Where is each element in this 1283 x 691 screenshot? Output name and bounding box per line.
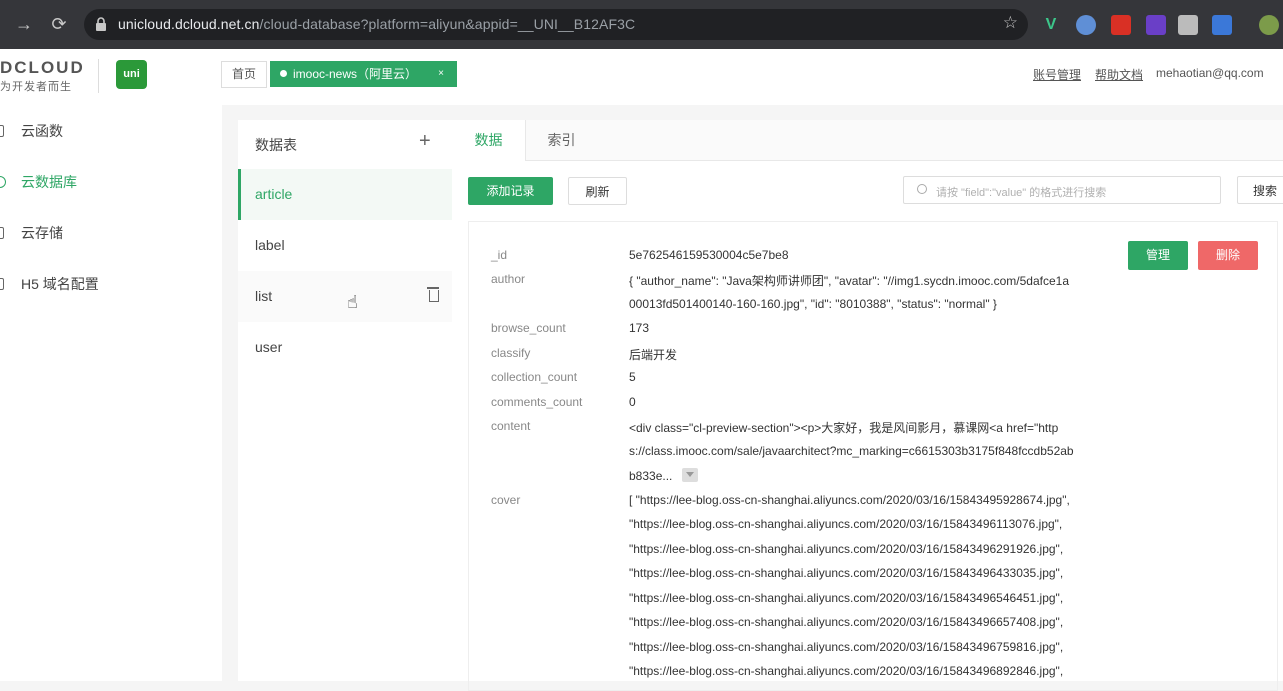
table-list-title: 数据表 [255,137,297,153]
table-item-label[interactable]: label [238,220,452,271]
vue-extension-icon[interactable]: V [1041,15,1061,35]
sidebar-item-label: 云函数 [21,123,63,139]
add-table-icon[interactable]: + [419,130,431,153]
table-item-label: label [255,237,285,253]
field-value: "https://lee-blog.oss-cn-shanghai.aliyun… [629,517,1063,531]
field-key: browse_count [491,321,566,335]
field-value: "https://lee-blog.oss-cn-shanghai.aliyun… [629,640,1064,654]
active-dot-icon [280,70,287,77]
field-value: 5e762546159530004c5e7be8 [629,248,789,262]
table-item-list[interactable]: list [238,271,452,322]
table-item-label: list [255,288,273,304]
tab-data[interactable]: 数据 [452,120,526,161]
field-value: "https://lee-blog.oss-cn-shanghai.aliyun… [629,566,1064,580]
table-item-label: article [255,186,293,202]
app-header: DCLOUD 为开发者而生 uni 首页 imooc-news（阿里云） × 账… [0,49,1283,105]
field-value: 173 [629,321,650,335]
qr-extension-icon[interactable] [1178,15,1198,35]
field-value: 5 [629,370,636,384]
reload-icon[interactable]: ⟳ [47,12,71,36]
table-item-label: user [255,339,283,355]
main-panel: 数据 索引 添加记录 刷新 请按 "field":"value" 的格式进行搜索… [452,120,1283,691]
field-key: _id [491,248,508,262]
table-list-panel: 数据表 + article label list user [238,120,452,681]
tab-bar: 数据 索引 [452,120,1283,161]
project-tab-label: imooc-news（阿里云） [293,67,418,81]
search-placeholder: 请按 "field":"value" 的格式进行搜索 [936,187,1107,199]
table-item-article[interactable]: article [238,169,452,220]
trash-icon[interactable] [427,287,439,302]
address-bar[interactable]: unicloud.dcloud.net.cn/cloud-database?pl… [84,9,1028,40]
help-docs-link[interactable]: 帮助文档 [1095,66,1143,83]
sidebar: 云函数 云数据库 云存储 H5 域名配置 [0,105,222,681]
expand-chevron-icon[interactable] [682,468,699,482]
sidebar-item-label: 云存储 [21,225,63,241]
domain-icon [0,278,4,290]
extension-circle-icon[interactable] [1076,15,1096,35]
field-value: <div class="cl-preview-section"><p>大家好，我… [629,421,1059,435]
account-link[interactable]: 账号管理 [1033,66,1081,83]
active-indicator [238,169,241,220]
field-value: "https://lee-blog.oss-cn-shanghai.aliyun… [629,615,1064,629]
field-value: { "author_name": "Java架构师讲师团", "avatar":… [629,274,1069,288]
cloud-function-icon [0,125,4,137]
delete-button[interactable]: 删除 [1198,241,1258,270]
search-icon [917,184,927,194]
tab-index[interactable]: 索引 [525,120,598,160]
table-item-user[interactable]: user [238,322,452,373]
database-icon [0,176,6,188]
field-value: 后端开发 [629,348,678,362]
field-key: cover [491,493,521,507]
user-email[interactable]: mehaotian@qq.com [1156,66,1264,80]
sidebar-item-label: 云数据库 [21,174,77,190]
profile-avatar[interactable] [1259,15,1279,35]
forward-icon[interactable]: → [12,12,36,36]
css-extension-icon[interactable] [1212,15,1232,35]
lock-icon [96,17,106,31]
field-value-truncated: b833e... [629,468,699,483]
dcloud-logo: DCLOUD [0,58,85,77]
hand-cursor-icon: ☝ [347,292,358,312]
field-value: s://class.imooc.com/sale/javaarchitect?m… [629,444,1074,458]
extension-red-icon[interactable] [1111,15,1131,35]
logo-slogan: 为开发者而生 [0,81,72,93]
extension-rp-icon[interactable] [1146,15,1166,35]
field-value: b833e... [629,469,673,483]
field-key: content [491,419,531,433]
url-text: unicloud.dcloud.net.cn/cloud-database?pl… [118,16,636,32]
manage-button[interactable]: 管理 [1128,241,1188,270]
field-key: comments_count [491,395,583,409]
field-value: 00013fd501400140-160-160.jpg", "id": "80… [629,297,997,311]
logo-divider [98,59,99,93]
search-button[interactable]: 搜索 [1237,176,1283,204]
search-input[interactable]: 请按 "field":"value" 的格式进行搜索 [903,176,1221,204]
field-key: collection_count [491,370,578,384]
add-record-button[interactable]: 添加记录 [468,177,553,205]
field-value: [ "https://lee-blog.oss-cn-shanghai.aliy… [629,493,1070,507]
close-tab-icon[interactable]: × [438,61,444,87]
browser-toolbar: → ⟳ unicloud.dcloud.net.cn/cloud-databas… [0,0,1283,49]
field-key: author [491,272,526,286]
field-value: 0 [629,395,636,409]
field-value: "https://lee-blog.oss-cn-shanghai.aliyun… [629,591,1064,605]
field-value: "https://lee-blog.oss-cn-shanghai.aliyun… [629,664,1064,678]
record-card: 管理 删除 _id 5e762546159530004c5e7be8 autho… [468,221,1278,691]
field-key: classify [491,346,531,360]
project-tab[interactable]: imooc-news（阿里云） × [270,61,457,87]
uni-logo: uni [116,60,147,89]
bookmark-star-icon[interactable]: ☆ [1003,13,1018,33]
field-value: "https://lee-blog.oss-cn-shanghai.aliyun… [629,542,1064,556]
storage-icon [0,227,4,239]
refresh-button[interactable]: 刷新 [568,177,627,205]
home-tab[interactable]: 首页 [221,61,267,88]
sidebar-item-label: H5 域名配置 [21,276,99,292]
